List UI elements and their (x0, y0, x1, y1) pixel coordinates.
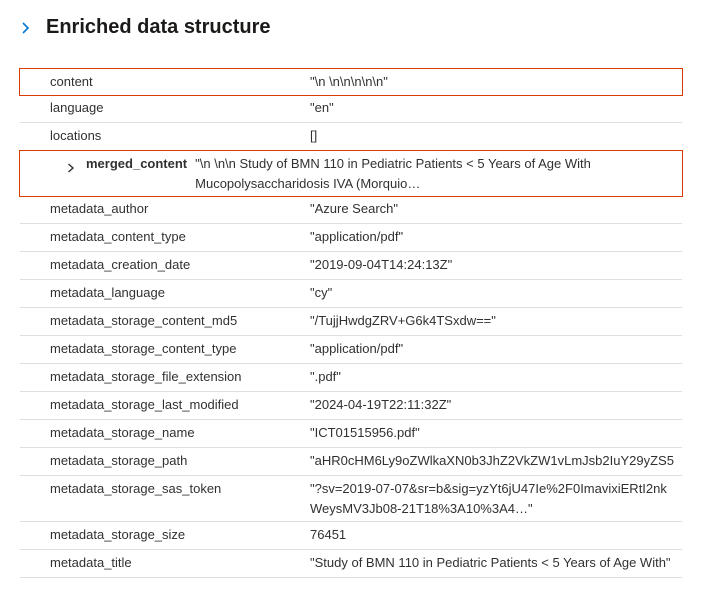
property-value: "?sv=2019-07-07&sr=b&sig=yzYt6jU47Ie%2F0… (310, 479, 682, 519)
property-key: metadata_title (20, 553, 310, 573)
property-key-label: metadata_storage_sas_token (50, 479, 221, 499)
property-key-label: metadata_author (50, 199, 148, 219)
property-key: metadata_author (20, 199, 310, 219)
property-value: "application/pdf" (310, 339, 682, 359)
property-value: "/TujjHwdgZRV+G6k4TSxdw==" (310, 311, 682, 331)
property-row: metadata_title "Study of BMN 110 in Pedia… (20, 550, 682, 578)
property-row: metadata_storage_sas_token "?sv=2019-07-0… (20, 476, 682, 522)
property-key-label: content (50, 72, 93, 92)
property-key: metadata_storage_size (20, 525, 310, 545)
property-key: metadata_storage_name (20, 423, 310, 443)
property-key-label: language (50, 98, 104, 118)
property-key-label: metadata_storage_path (50, 451, 187, 471)
property-key: metadata_storage_file_extension (20, 367, 310, 387)
property-key: metadata_language (20, 283, 310, 303)
property-key-label: metadata_storage_name (50, 423, 195, 443)
property-value: ".pdf" (310, 367, 682, 387)
property-key: metadata_storage_content_md5 (20, 311, 310, 331)
property-key-label: metadata_language (50, 283, 165, 303)
property-value: "cy" (310, 283, 682, 303)
property-row: metadata_content_type "application/pdf" (20, 224, 682, 252)
property-value: 76451 (310, 525, 682, 545)
property-row: metadata_storage_last_modified "2024-04-1… (20, 392, 682, 420)
property-row: content "\n \n\n\n\n\n" (19, 68, 683, 96)
property-key-label: locations (50, 126, 101, 146)
property-row: metadata_storage_name "ICT01515956.pdf" (20, 420, 682, 448)
section-header[interactable]: Enriched data structure (20, 16, 682, 39)
property-value: "aHR0cHM6Ly9oZWlkaXN0b3JhZ2VkZW1vLmJsb2I… (310, 451, 682, 471)
section-title: Enriched data structure (46, 16, 271, 39)
property-key-label: metadata_storage_size (50, 525, 185, 545)
property-value: [] (310, 126, 682, 146)
property-value: "en" (310, 98, 682, 118)
property-value: "2024-04-19T22:11:32Z" (310, 395, 682, 415)
property-value: "application/pdf" (310, 227, 682, 247)
property-key: locations (20, 126, 310, 146)
property-row: metadata_storage_file_extension ".pdf" (20, 364, 682, 392)
property-row: metadata_creation_date "2019-09-04T14:24:… (20, 252, 682, 280)
property-key-label: metadata_content_type (50, 227, 186, 247)
property-row: metadata_storage_size 76451 (20, 522, 682, 550)
property-key: content (20, 72, 310, 92)
property-key-label: merged_content (86, 154, 187, 174)
property-value: "\n \n\n Study of BMN 110 in Pediatric P… (195, 154, 682, 194)
property-key-label: metadata_storage_content_md5 (50, 311, 237, 331)
property-key-label: metadata_creation_date (50, 255, 190, 275)
property-key: metadata_storage_content_type (20, 339, 310, 359)
property-key-label: metadata_storage_content_type (50, 339, 236, 359)
property-key: metadata_content_type (20, 227, 310, 247)
property-row: metadata_language "cy" (20, 280, 682, 308)
chevron-right-icon (20, 22, 32, 34)
property-row: locations [] (20, 123, 682, 151)
property-row: metadata_storage_path "aHR0cHM6Ly9oZWlkaX… (20, 448, 682, 476)
property-row: metadata_storage_content_md5 "/TujjHwdgZR… (20, 308, 682, 336)
property-value: "Study of BMN 110 in Pediatric Patients … (310, 553, 682, 573)
property-row: language "en" (20, 95, 682, 123)
property-key-label: metadata_storage_file_extension (50, 367, 242, 387)
property-row: metadata_storage_content_type "applicatio… (20, 336, 682, 364)
property-table: content "\n \n\n\n\n\n" language "en" locati… (20, 68, 682, 578)
property-key: language (20, 98, 310, 118)
property-key-label: metadata_title (50, 553, 132, 573)
property-value: "\n \n\n\n\n\n" (310, 72, 682, 92)
chevron-right-icon[interactable] (66, 159, 76, 169)
property-value: "Azure Search" (310, 199, 682, 219)
property-value: "ICT01515956.pdf" (310, 423, 682, 443)
property-key-label: metadata_storage_last_modified (50, 395, 239, 415)
property-key: metadata_creation_date (20, 255, 310, 275)
property-key: metadata_storage_path (20, 451, 310, 471)
property-key: metadata_storage_sas_token (20, 479, 310, 499)
property-key: metadata_storage_last_modified (20, 395, 310, 415)
property-row[interactable]: merged_content "\n \n\n Study of BMN 110 … (19, 150, 683, 197)
property-key: merged_content (20, 154, 195, 174)
property-row: metadata_author "Azure Search" (20, 196, 682, 224)
property-value: "2019-09-04T14:24:13Z" (310, 255, 682, 275)
